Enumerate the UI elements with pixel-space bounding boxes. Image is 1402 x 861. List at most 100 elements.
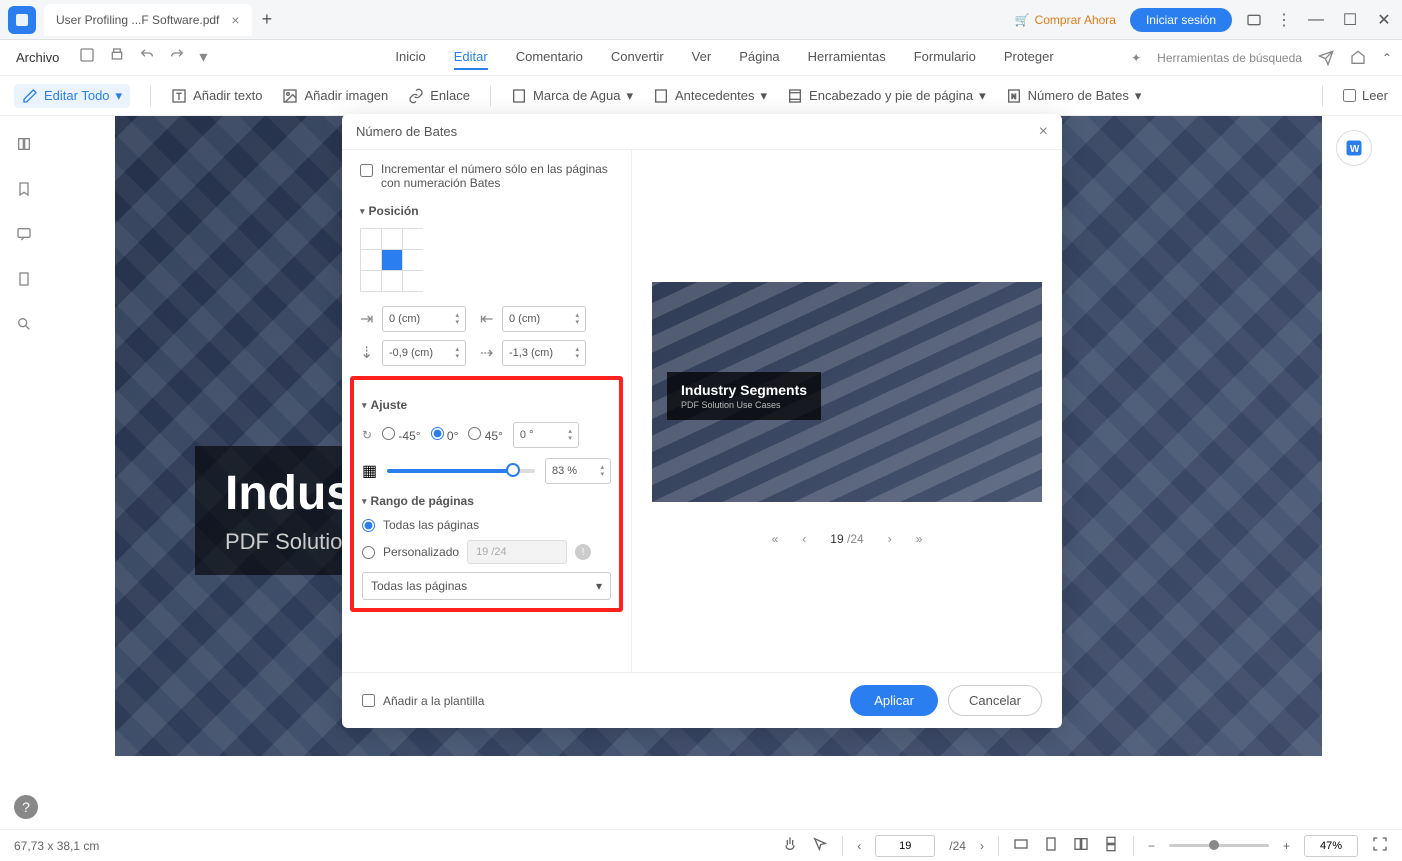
read-button[interactable]: Leer	[1343, 88, 1388, 103]
more-icon[interactable]: ⋮	[1276, 10, 1292, 30]
last-page-button[interactable]: »	[916, 532, 923, 546]
tab-editar[interactable]: Editar	[454, 45, 488, 70]
close-tab-icon[interactable]: ×	[231, 12, 239, 28]
adjust-section-title[interactable]: Ajuste	[362, 398, 611, 412]
opacity-input[interactable]: 83 %▴▾	[545, 458, 611, 484]
scroll-icon[interactable]	[1103, 836, 1119, 855]
cancel-button[interactable]: Cancelar	[948, 685, 1042, 716]
custom-range-radio[interactable]: Personalizado 19 /24 !	[362, 540, 611, 564]
info-icon[interactable]: !	[575, 544, 591, 560]
position-center[interactable]	[382, 250, 402, 270]
bates-button[interactable]: N Número de Bates▾	[1006, 88, 1142, 104]
margin-right-input[interactable]: -1,3 (cm)▴▾	[502, 340, 586, 366]
file-menu[interactable]: Archivo	[10, 50, 65, 65]
tab-inicio[interactable]: Inicio	[395, 45, 425, 70]
word-export-icon[interactable]: W	[1336, 130, 1372, 166]
margin-top-icon: ⇥	[360, 309, 376, 329]
save-icon[interactable]	[79, 47, 95, 68]
prev-page-status[interactable]: ‹	[857, 839, 861, 853]
preview-title: Industry Segments	[681, 382, 807, 398]
increment-only-checkbox[interactable]: Incrementar el número sólo en las página…	[360, 162, 613, 190]
dialog-footer: Añadir a la plantilla Aplicar Cancelar	[342, 672, 1062, 728]
tab-pagina[interactable]: Página	[739, 45, 779, 70]
dialog-settings-panel: Incrementar el número sólo en las página…	[342, 150, 632, 672]
send-icon[interactable]	[1318, 50, 1334, 66]
zoom-slider[interactable]	[1169, 844, 1269, 847]
edit-all-button[interactable]: Editar Todo ▾	[14, 84, 130, 108]
fit-page-icon[interactable]	[1043, 836, 1059, 855]
comment-icon[interactable]	[16, 226, 32, 247]
tab-proteger[interactable]: Proteger	[1004, 45, 1054, 70]
page-input[interactable]	[875, 835, 935, 857]
margin-bottom-input[interactable]: -0,9 (cm)▴▾	[382, 340, 466, 366]
angle-0-radio[interactable]: 0°	[431, 427, 459, 443]
all-pages-radio[interactable]: Todas las páginas	[362, 518, 611, 532]
dropdown-icon[interactable]: ▾	[199, 47, 207, 68]
margin-right-icon: ⇢	[480, 343, 496, 363]
background-button[interactable]: Antecedentes▾	[653, 88, 767, 104]
angle-neg45-radio[interactable]: -45°	[382, 427, 421, 443]
left-sidebar	[0, 116, 48, 796]
close-window-button[interactable]: ✕	[1374, 10, 1394, 30]
tab-formulario[interactable]: Formulario	[914, 45, 976, 70]
search-tools-label[interactable]: Herramientas de búsqueda	[1157, 51, 1302, 65]
tab-herramientas[interactable]: Herramientas	[808, 45, 886, 70]
apply-button[interactable]: Aplicar	[850, 685, 938, 716]
help-button[interactable]: ?	[14, 795, 38, 819]
hand-tool-icon[interactable]	[782, 836, 798, 855]
margin-left-input[interactable]: 0 (cm)▴▾	[502, 306, 586, 332]
dialog-close-button[interactable]: ×	[1039, 123, 1048, 141]
range-dropdown[interactable]: Todas las páginas ▾	[362, 572, 611, 600]
page-dimensions: 67,73 x 38,1 cm	[14, 839, 99, 853]
watermark-button[interactable]: Marca de Agua▾	[511, 88, 633, 104]
fit-width-icon[interactable]	[1013, 836, 1029, 855]
redo-icon[interactable]	[169, 47, 185, 68]
fullscreen-icon[interactable]	[1372, 836, 1388, 855]
tab-comentario[interactable]: Comentario	[516, 45, 583, 70]
position-grid[interactable]	[360, 228, 423, 292]
margin-left-icon: ⇤	[480, 309, 496, 329]
maximize-button[interactable]: ☐	[1340, 10, 1360, 30]
chevron-down-icon: ▾	[596, 579, 602, 593]
link-button[interactable]: Enlace	[408, 88, 470, 104]
custom-range-input: 19 /24	[467, 540, 567, 564]
chevron-down-icon: ▾	[116, 88, 123, 104]
zoom-in-button[interactable]: +	[1283, 839, 1290, 853]
undo-icon[interactable]	[139, 47, 155, 68]
svg-text:N: N	[1011, 93, 1016, 100]
add-text-button[interactable]: Añadir texto	[171, 88, 262, 104]
message-icon[interactable]	[1246, 12, 1262, 28]
prev-page-button[interactable]: ‹	[802, 532, 806, 546]
search-icon[interactable]	[16, 316, 32, 337]
home-icon[interactable]	[1350, 50, 1366, 66]
next-page-status[interactable]: ›	[980, 839, 984, 853]
first-page-button[interactable]: «	[772, 532, 779, 546]
attachment-icon[interactable]	[16, 271, 32, 292]
chevron-up-icon[interactable]: ⌃	[1382, 51, 1392, 65]
header-footer-button[interactable]: Encabezado y pie de página▾	[787, 88, 986, 104]
buy-now-link[interactable]: 🛒 Comprar Ahora	[1015, 13, 1116, 27]
zoom-input[interactable]	[1304, 835, 1358, 857]
opacity-slider[interactable]	[387, 469, 535, 473]
tab-convertir[interactable]: Convertir	[611, 45, 664, 70]
bookmark-icon[interactable]	[16, 181, 32, 202]
preview-subtitle: PDF Solution Use Cases	[681, 400, 807, 410]
angle-input[interactable]: 0 °▴▾	[513, 422, 579, 448]
thumbnails-icon[interactable]	[16, 136, 32, 157]
zoom-out-button[interactable]: −	[1148, 839, 1155, 853]
margin-top-input[interactable]: 0 (cm)▴▾	[382, 306, 466, 332]
tab-ver[interactable]: Ver	[692, 45, 712, 70]
next-page-button[interactable]: ›	[888, 532, 892, 546]
login-button[interactable]: Iniciar sesión	[1130, 8, 1232, 32]
range-section-title[interactable]: Rango de páginas	[362, 494, 611, 508]
minimize-button[interactable]: —	[1306, 10, 1326, 30]
document-tab[interactable]: User Profiling ...F Software.pdf ×	[44, 4, 252, 36]
add-template-checkbox[interactable]: Añadir a la plantilla	[362, 694, 484, 708]
angle-45-radio[interactable]: 45°	[468, 427, 503, 443]
add-tab-button[interactable]: +	[262, 9, 273, 30]
two-page-icon[interactable]	[1073, 836, 1089, 855]
position-section-title[interactable]: Posición	[360, 204, 613, 218]
select-tool-icon[interactable]	[812, 836, 828, 855]
print-icon[interactable]	[109, 47, 125, 68]
add-image-button[interactable]: Añadir imagen	[282, 88, 388, 104]
